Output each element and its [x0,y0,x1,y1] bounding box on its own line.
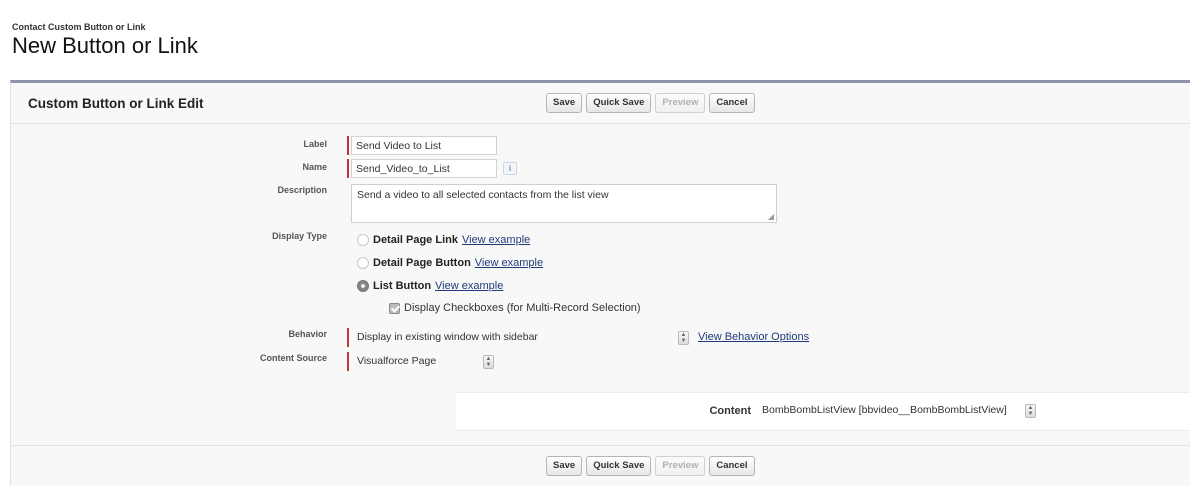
preview-button: Preview [655,456,706,476]
display-type-option-list-button[interactable]: List Button View example [357,280,503,292]
quick-save-button[interactable]: Quick Save [586,456,652,476]
edit-panel: Custom Button or Link Edit Save Quick Sa… [10,80,1190,486]
radio-label: Detail Page Button [373,257,471,269]
required-indicator [347,328,349,347]
select-arrows-icon[interactable]: ▲ ▼ [1025,404,1036,418]
checkbox-label: Display Checkboxes (for Multi-Record Sel… [404,302,641,314]
checkbox-checked[interactable] [389,302,400,314]
name-input[interactable]: Send_Video_to_List [351,159,497,178]
bottom-button-row: Save Quick Save Preview Cancel [546,456,755,476]
label-field-label: Label [303,139,327,149]
multi-record-checkbox-row[interactable]: Display Checkboxes (for Multi-Record Sel… [389,302,641,314]
content-label: Content [709,405,751,417]
description-textarea[interactable]: Send a video to all selected contacts fr… [351,184,777,223]
view-example-link[interactable]: View example [462,234,530,246]
breadcrumb: Contact Custom Button or Link [12,22,146,32]
panel-header: Custom Button or Link Edit Save Quick Sa… [11,83,1190,124]
view-example-link[interactable]: View example [475,257,543,269]
content-row: Content BombBombListView [bbvideo__BombB… [456,392,1190,431]
cancel-button[interactable]: Cancel [709,456,755,476]
quick-save-button[interactable]: Quick Save [586,93,652,113]
page-header: Contact Custom Button or Link New Button… [12,22,198,59]
content-source-select[interactable]: Visualforce Page [351,352,476,371]
required-indicator [347,352,349,371]
description-text: Send a video to all selected contacts fr… [357,189,609,201]
save-button[interactable]: Save [546,456,583,476]
name-field-label: Name [302,162,327,172]
save-button[interactable]: Save [546,93,583,113]
radio-label: Detail Page Link [373,234,458,246]
content-source-label: Content Source [259,353,327,363]
display-type-option-detail-link[interactable]: Detail Page Link View example [357,234,530,246]
radio-button[interactable] [357,257,369,269]
display-type-option-detail-button[interactable]: Detail Page Button View example [357,257,543,269]
required-indicator [347,136,349,155]
page-title: New Button or Link [12,33,198,58]
info-icon[interactable]: i [503,162,517,175]
panel-footer: Save Quick Save Preview Cancel [11,445,1190,486]
preview-button: Preview [655,93,706,113]
display-type-label: Display Type [272,231,327,241]
section-title: Custom Button or Link Edit [28,96,204,111]
view-example-link[interactable]: View example [435,280,503,292]
description-field-label: Description [277,185,327,195]
radio-label: List Button [373,280,432,292]
select-arrows-icon[interactable]: ▲ ▼ [483,355,494,369]
top-button-row: Save Quick Save Preview Cancel [546,93,755,113]
radio-button[interactable] [357,234,369,246]
resize-handle-icon[interactable]: ◢ [768,212,774,221]
cancel-button[interactable]: Cancel [709,93,755,113]
behavior-label: Behavior [288,329,327,339]
label-input[interactable]: Send Video to List [351,136,497,155]
radio-button-selected[interactable] [357,280,369,292]
required-indicator [347,159,349,178]
behavior-select[interactable]: Display in existing window with sidebar [351,328,671,347]
content-select[interactable]: BombBombListView [bbvideo__BombBombListV… [756,401,1021,420]
view-behavior-options-link[interactable]: View Behavior Options [698,331,809,343]
select-arrows-icon[interactable]: ▲ ▼ [678,331,689,345]
